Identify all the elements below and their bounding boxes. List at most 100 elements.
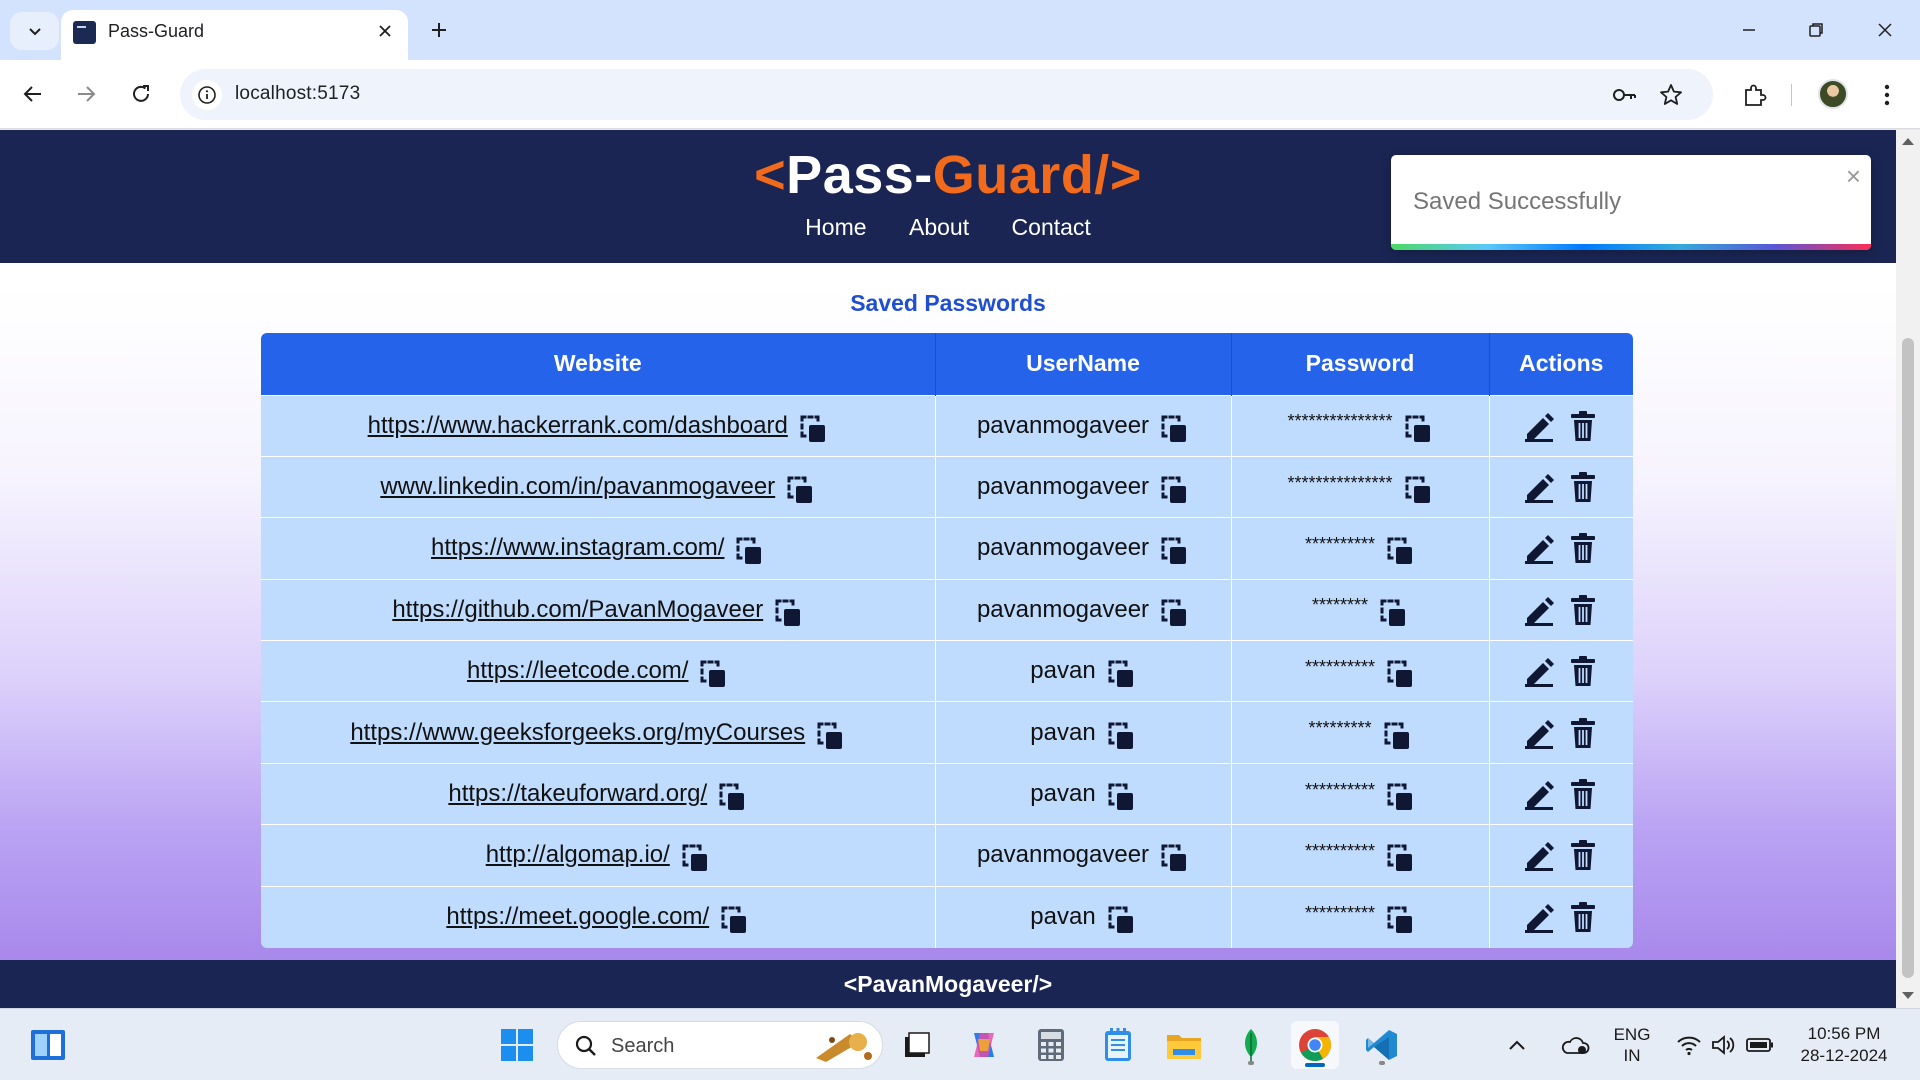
bookmark-star-button[interactable] — [1655, 79, 1687, 111]
close-window-button[interactable] — [1862, 10, 1908, 50]
notepad-app[interactable] — [1094, 1021, 1142, 1069]
copy-icon[interactable] — [1106, 658, 1136, 690]
website-link[interactable]: https://github.com/PavanMogaveer — [392, 596, 763, 624]
copy-icon[interactable] — [1403, 413, 1433, 445]
website-link[interactable]: https://leetcode.com/ — [467, 657, 688, 685]
edit-icon[interactable] — [1522, 654, 1556, 688]
trash-icon[interactable] — [1566, 409, 1600, 443]
copy-icon[interactable] — [734, 535, 764, 567]
trash-icon[interactable] — [1566, 654, 1600, 688]
copy-icon[interactable] — [1378, 597, 1408, 629]
language-indicator[interactable]: ENG IN — [1600, 1024, 1664, 1066]
page-scrollbar[interactable] — [1896, 130, 1920, 1008]
copy-icon[interactable] — [1382, 720, 1412, 752]
extensions-button[interactable] — [1736, 77, 1772, 113]
copy-icon[interactable] — [1159, 597, 1189, 629]
copy-icon[interactable] — [1106, 781, 1136, 813]
new-tab-button[interactable] — [423, 14, 455, 46]
reload-button[interactable] — [121, 74, 161, 114]
restore-button[interactable] — [1793, 10, 1839, 50]
wifi-tray-icon[interactable] — [1672, 1021, 1706, 1069]
copy-icon[interactable] — [717, 781, 747, 813]
start-button[interactable] — [493, 1021, 541, 1069]
tab-search-button[interactable] — [10, 12, 59, 50]
copy-icon[interactable] — [1385, 781, 1415, 813]
edit-icon[interactable] — [1522, 593, 1556, 627]
copy-icon[interactable] — [1159, 842, 1189, 874]
site-info-button[interactable] — [192, 80, 222, 110]
copy-icon[interactable] — [1385, 842, 1415, 874]
copy-icon[interactable] — [1159, 413, 1189, 445]
browser-tab-active[interactable]: Pass-Guard — [61, 10, 408, 60]
copy-icon[interactable] — [1385, 658, 1415, 690]
copy-icon[interactable] — [1106, 904, 1136, 936]
trash-icon[interactable] — [1566, 838, 1600, 872]
copy-icon[interactable] — [698, 658, 728, 690]
copy-icon[interactable] — [1385, 535, 1415, 567]
website-link[interactable]: https://meet.google.com/ — [446, 903, 709, 931]
trash-icon[interactable] — [1566, 593, 1600, 627]
tab-close-button[interactable] — [374, 20, 396, 42]
browser-menu-button[interactable] — [1869, 77, 1905, 113]
forward-button[interactable] — [66, 74, 106, 114]
copy-icon[interactable] — [1159, 474, 1189, 506]
clock[interactable]: 10:56 PM 28-12-2024 — [1786, 1023, 1902, 1067]
vscode-app[interactable] — [1358, 1021, 1406, 1069]
edit-icon[interactable] — [1522, 531, 1556, 565]
website-link[interactable]: https://www.geeksforgeeks.org/myCourses — [350, 719, 805, 747]
favicon-icon — [73, 21, 96, 44]
back-button[interactable] — [13, 74, 53, 114]
website-cell: https://www.geeksforgeeks.org/myCourses — [261, 701, 936, 764]
copy-icon[interactable] — [773, 597, 803, 629]
copy-icon[interactable] — [815, 720, 845, 752]
scroll-down-arrow-icon[interactable] — [1902, 992, 1914, 999]
copy-icon[interactable] — [1159, 535, 1189, 567]
copy-icon[interactable] — [680, 842, 710, 874]
nav-about-link[interactable]: About — [909, 214, 969, 241]
trash-icon[interactable] — [1566, 531, 1600, 565]
chrome-app[interactable] — [1291, 1021, 1339, 1069]
profile-avatar[interactable] — [1818, 79, 1848, 109]
edit-icon[interactable] — [1522, 777, 1556, 811]
toast-close-button[interactable]: × — [1846, 163, 1861, 189]
website-link[interactable]: www.linkedin.com/in/pavanmogaveer — [380, 473, 775, 501]
task-view-button[interactable] — [893, 1021, 941, 1069]
widgets-button[interactable] — [24, 1021, 72, 1069]
website-link[interactable]: https://www.hackerrank.com/dashboard — [368, 412, 788, 440]
copilot-button[interactable] — [960, 1021, 1008, 1069]
battery-tray-icon[interactable] — [1742, 1021, 1778, 1069]
password-key-button[interactable] — [1608, 79, 1640, 111]
nav-home-link[interactable]: Home — [805, 214, 866, 241]
show-hidden-icons-button[interactable] — [1502, 1021, 1532, 1069]
copy-icon[interactable] — [1403, 474, 1433, 506]
website-link[interactable]: http://algomap.io/ — [486, 841, 670, 869]
username-text: pavanmogaveer — [976, 841, 1150, 869]
website-link[interactable]: https://www.instagram.com/ — [431, 534, 724, 562]
trash-icon[interactable] — [1566, 777, 1600, 811]
taskbar-search-box[interactable]: Search — [557, 1021, 883, 1069]
edit-icon[interactable] — [1522, 900, 1556, 934]
onedrive-tray-icon[interactable] — [1555, 1021, 1595, 1069]
trash-icon[interactable] — [1566, 716, 1600, 750]
edit-icon[interactable] — [1522, 838, 1556, 872]
nav-contact-link[interactable]: Contact — [1012, 214, 1091, 241]
copy-icon[interactable] — [719, 904, 749, 936]
copy-icon[interactable] — [1106, 720, 1136, 752]
edit-icon[interactable] — [1522, 409, 1556, 443]
website-link[interactable]: https://takeuforward.org/ — [448, 780, 707, 808]
edit-icon[interactable] — [1522, 470, 1556, 504]
edit-icon[interactable] — [1522, 716, 1556, 750]
minimize-button[interactable] — [1726, 10, 1772, 50]
copy-icon[interactable] — [785, 474, 815, 506]
copy-icon[interactable] — [798, 413, 828, 445]
copy-icon[interactable] — [1385, 904, 1415, 936]
trash-icon[interactable] — [1566, 470, 1600, 504]
address-bar[interactable]: localhost:5173 — [180, 69, 1713, 120]
mongodb-compass-app[interactable] — [1227, 1021, 1275, 1069]
trash-icon[interactable] — [1566, 900, 1600, 934]
calculator-app[interactable] — [1027, 1021, 1075, 1069]
file-explorer-app[interactable] — [1160, 1021, 1208, 1069]
volume-tray-icon[interactable] — [1706, 1021, 1740, 1069]
scrollbar-thumb[interactable] — [1902, 338, 1914, 978]
scroll-up-arrow-icon[interactable] — [1902, 138, 1914, 145]
